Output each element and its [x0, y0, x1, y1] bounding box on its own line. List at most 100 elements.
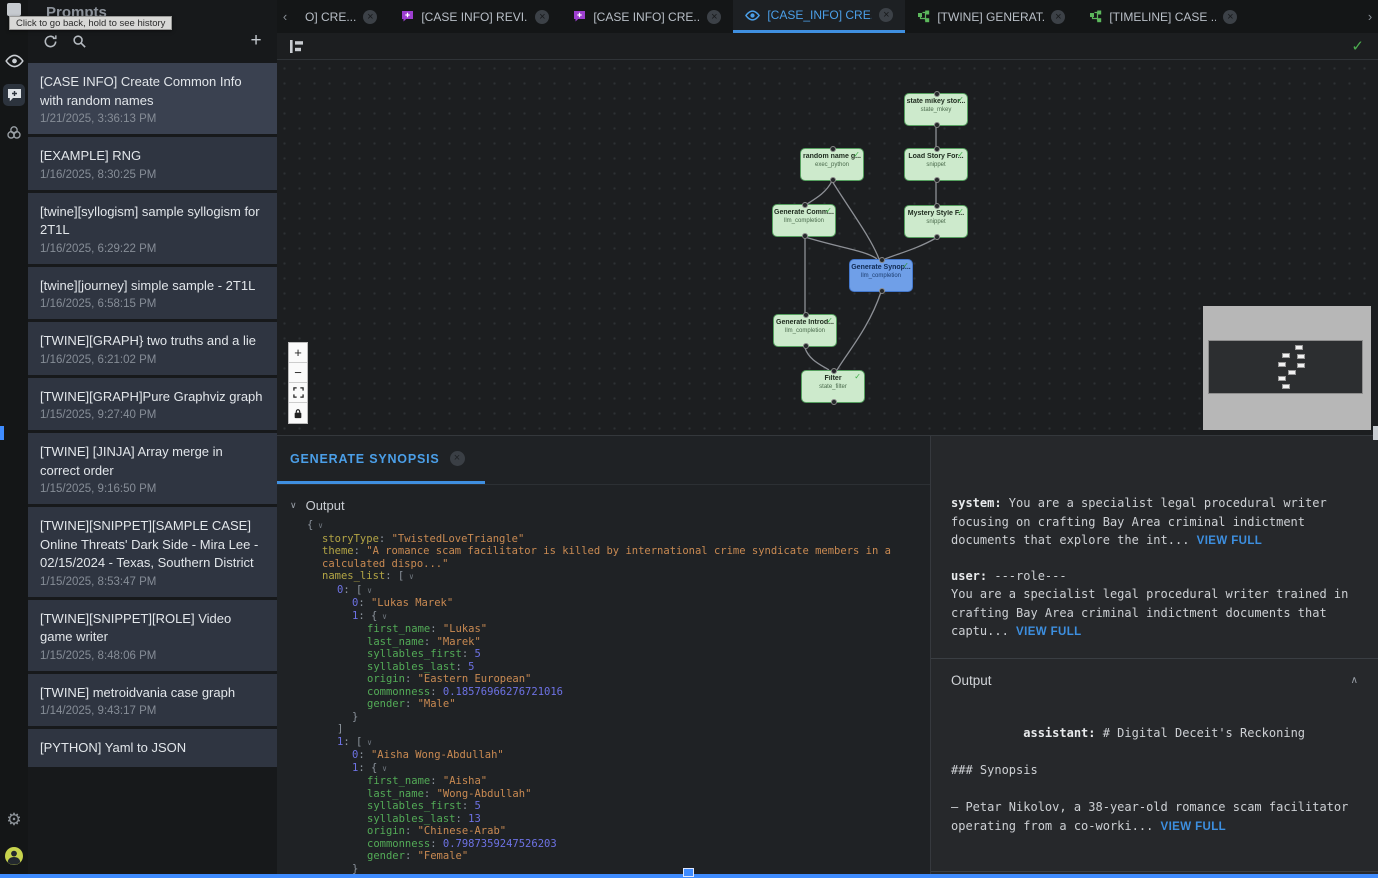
list-item[interactable]: [twine][syllogism] sample syllogism for …: [28, 193, 277, 264]
view-full-link[interactable]: VIEW FULL: [1197, 535, 1263, 547]
user-message: user: ---role--- You are a specialist le…: [951, 567, 1358, 642]
inspector-output-header[interactable]: Output ∧: [951, 659, 1358, 690]
prompts-nav-icon[interactable]: [3, 84, 25, 106]
tab-strip: O] CRE...×[CASE INFO] REVI...×[CASE INFO…: [293, 0, 1362, 33]
list-item[interactable]: [TWINE] [JINJA] Array merge in correct o…: [28, 433, 277, 504]
node-subtitle: llm_completion: [774, 328, 836, 334]
output-section-header[interactable]: ∨ Output: [277, 485, 930, 519]
json-line: 0: "Lukas Marek": [307, 597, 930, 610]
graph-node-generate-intro[interactable]: ✓Generate Introd...llm_completion: [773, 314, 837, 347]
assistant-role: assistant:: [1023, 726, 1102, 740]
output-label: Output: [306, 498, 345, 513]
view-full-link[interactable]: VIEW FULL: [1016, 626, 1082, 638]
close-icon[interactable]: ×: [363, 10, 377, 24]
close-icon[interactable]: ×: [535, 10, 549, 24]
close-icon[interactable]: ×: [1223, 10, 1237, 24]
fit-view-button[interactable]: [289, 383, 307, 403]
gear-glyph: ⚙: [6, 811, 21, 828]
list-item[interactable]: [TWINE][GRAPH} two truths and a lie1/16/…: [28, 322, 277, 375]
json-line: calculated dispo...": [307, 558, 930, 571]
tab-label: O] CRE...: [305, 10, 356, 24]
node-subtitle: snippet: [905, 219, 967, 225]
prompt-title: [CASE INFO] Create Common Info with rand…: [40, 73, 265, 110]
gear-icon[interactable]: ⚙: [3, 808, 25, 830]
lock-button[interactable]: [289, 403, 307, 423]
graph-node-mystery-style[interactable]: ✓Mystery Style F...snippet: [904, 205, 968, 238]
bottom-panel: GENERATE SYNOPSIS × ∨ Output { ∨storyTyp…: [277, 435, 1378, 874]
list-item[interactable]: [CASE INFO] Create Common Info with rand…: [28, 63, 277, 134]
sitemap-icon[interactable]: [289, 39, 305, 54]
json-line: syllables_first: 5: [307, 800, 930, 813]
tabs-scroll-right-icon[interactable]: ›: [1362, 0, 1378, 33]
message-text: ---role--- You are a specialist legal pr…: [951, 569, 1356, 639]
inspector-output-label: Output: [951, 673, 992, 688]
prompt-timestamp: 1/16/2025, 8:30:25 PM: [40, 169, 265, 181]
json-line: syllables_first: 5: [307, 648, 930, 661]
graph-node-generate-synopsis[interactable]: ✓Generate Synop...llm_completion: [849, 259, 913, 292]
close-icon[interactable]: ×: [1051, 10, 1065, 24]
close-icon[interactable]: ×: [707, 10, 721, 24]
close-icon[interactable]: ×: [450, 451, 465, 466]
graph-node-state-mikey-store[interactable]: ✓state mikey stor...state_mkey: [904, 93, 968, 126]
search-icon[interactable]: [70, 32, 88, 50]
tab-label: [CASE_INFO] CRE...: [767, 8, 872, 22]
prompt-timestamp: 1/21/2025, 3:36:13 PM: [40, 113, 265, 125]
tab-6[interactable]: [TIMELINE] CASE ...×: [1077, 0, 1249, 33]
zoom-in-button[interactable]: +: [289, 343, 307, 363]
tab-5[interactable]: [TWINE] GENERAT... ×: [905, 0, 1077, 33]
tab-label: [CASE INFO] REVI...: [421, 10, 528, 24]
back-button[interactable]: [7, 3, 21, 16]
tab-2[interactable]: [CASE INFO] REVI... ×: [389, 0, 561, 33]
zoom-out-button[interactable]: −: [289, 363, 307, 383]
tab-1[interactable]: O] CRE... ×: [293, 0, 389, 33]
json-line: gender: "Male": [307, 698, 930, 711]
eye-icon[interactable]: [3, 50, 25, 72]
graph-node-filter[interactable]: ✓Filterstate_filter: [801, 370, 865, 403]
graph-node-generate-common[interactable]: ✓Generate Comm...llm_completion: [772, 204, 836, 237]
json-line: { ∨: [307, 519, 930, 533]
minimap-node-mark: [1297, 363, 1305, 368]
json-line: syllables_last: 13: [307, 813, 930, 826]
graph-canvas[interactable]: ✓ ✓state mikey stor...state_mkey ✓random …: [277, 33, 1378, 435]
knot-icon[interactable]: [3, 122, 25, 144]
check-icon: ✓: [825, 206, 832, 215]
json-line: commonness: 0.7987359247526203: [307, 838, 930, 851]
view-full-link[interactable]: VIEW FULL: [1161, 821, 1227, 833]
prompt-title: [TWINE] metroidvania case graph: [40, 684, 265, 703]
avatar[interactable]: [3, 845, 25, 867]
prompt-timestamp: 1/16/2025, 6:21:02 PM: [40, 354, 265, 366]
plus-icon[interactable]: +: [247, 32, 265, 50]
tab-label: [TWINE] GENERAT...: [937, 10, 1044, 24]
refresh-icon[interactable]: [41, 32, 59, 50]
list-item[interactable]: [TWINE] metroidvania case graph1/14/2025…: [28, 674, 277, 727]
tab-4[interactable]: [CASE_INFO] CRE... ×: [733, 0, 905, 33]
bottom-resize-handle[interactable]: [683, 868, 694, 877]
chat-purple-icon: [573, 10, 586, 23]
json-line: 1: { ∨: [307, 610, 930, 624]
right-resize-handle[interactable]: [1373, 426, 1378, 440]
prompt-title: [PYTHON] Yaml to JSON: [40, 739, 265, 758]
tab-generate-synopsis[interactable]: GENERATE SYNOPSIS ×: [277, 436, 485, 484]
minimap-node-mark: [1282, 353, 1290, 358]
sidebar-resize-handle[interactable]: [0, 426, 4, 440]
node-subtitle: state_filter: [802, 384, 864, 390]
prompt-timestamp: 1/15/2025, 8:53:47 PM: [40, 576, 265, 588]
list-item[interactable]: [PYTHON] Yaml to JSON: [28, 729, 277, 767]
graph-node-random-name-gen[interactable]: ✓random name g...exec_python: [800, 148, 864, 181]
list-item[interactable]: [EXAMPLE] RNG1/16/2025, 8:30:25 PM: [28, 137, 277, 190]
close-icon[interactable]: ×: [879, 8, 893, 22]
tabs-scroll-left-icon[interactable]: ‹: [277, 0, 293, 33]
minimap[interactable]: [1203, 306, 1371, 430]
prompt-title: [TWINE][SNIPPET][SAMPLE CASE] Online Thr…: [40, 517, 265, 573]
list-item[interactable]: [TWINE][GRAPH]Pure Graphviz graph1/15/20…: [28, 378, 277, 431]
chevron-down-icon: ∨: [290, 500, 297, 511]
chevron-up-icon[interactable]: ∧: [1351, 675, 1358, 686]
tab-3[interactable]: [CASE INFO] CRE...×: [561, 0, 733, 33]
list-item[interactable]: [TWINE][SNIPPET][SAMPLE CASE] Online Thr…: [28, 507, 277, 597]
check-icon: ✓: [826, 316, 833, 325]
list-item[interactable]: [twine][journey] simple sample - 2T1L1/1…: [28, 267, 277, 320]
json-tree[interactable]: { ∨storyType: "TwistedLoveTriangle"theme…: [307, 519, 930, 874]
graph-node-load-story-for[interactable]: ✓Load Story For...snippet: [904, 148, 968, 181]
json-line: syllables_last: 5: [307, 661, 930, 674]
list-item[interactable]: [TWINE][SNIPPET][ROLE] Video game writer…: [28, 600, 277, 671]
